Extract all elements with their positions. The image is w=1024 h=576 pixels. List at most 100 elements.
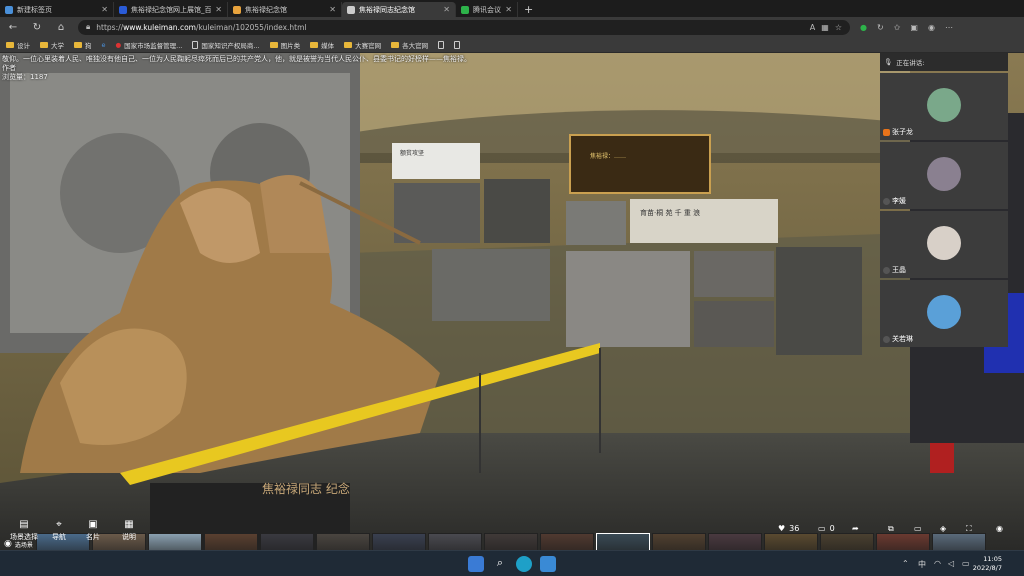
eye-icon: ◉: [996, 524, 1003, 533]
fullscreen-icon: ⛶: [966, 524, 972, 533]
bookmark-official[interactable]: 各大官网: [391, 40, 428, 50]
vr-icon: ▭: [914, 524, 922, 533]
tab-favicon-icon: [5, 5, 13, 14]
emblem-icon: ●: [115, 40, 122, 49]
exhibit-caption: 敬仰。一位心里装着人民、唯独没有他自己、一位为人民鞠躬尽瘁死而后已的共产党人，他…: [2, 55, 471, 81]
participant-tile[interactable]: 王晶: [880, 211, 1008, 278]
mic-muted-icon: [883, 197, 890, 205]
page-icon: [438, 40, 445, 49]
system-clock[interactable]: 11:05 2022/8/7: [973, 555, 1002, 573]
gyroscope-button[interactable]: ⧉: [888, 524, 894, 534]
ie-icon: e: [101, 40, 106, 49]
tab-close-icon[interactable]: ✕: [101, 5, 108, 14]
lock-icon[interactable]: 🔒︎: [86, 22, 90, 32]
bookmark-page-1[interactable]: [438, 40, 445, 49]
comment-button[interactable]: ▭ 0: [818, 524, 835, 533]
bookmark-design[interactable]: 设计: [6, 40, 30, 50]
avatar: [927, 88, 961, 122]
description-button[interactable]: ▦ 说明: [122, 519, 136, 542]
wifi-icon[interactable]: ◠: [934, 559, 941, 568]
browser-toolbar: ← ↻ ⌂ 🔒︎ https://www.kuleiman.com/kuleim…: [0, 17, 1024, 37]
refresh-extension-icon[interactable]: ↻: [877, 23, 884, 32]
map-pin-icon: ⌖: [56, 519, 62, 530]
home-icon[interactable]: ⌂: [54, 22, 68, 33]
browser-tab-bar: 新建标签页✕ 焦裕禄纪念馆网上展馆_百度搜索✕ 焦裕禄纪念馆✕ 焦裕禄同志纪念馆…: [0, 0, 1024, 17]
tab-close-icon[interactable]: ✕: [329, 5, 336, 14]
bookmark-ie-icon[interactable]: e: [102, 41, 106, 49]
page-icon: [192, 40, 199, 49]
back-icon[interactable]: ←: [6, 22, 20, 33]
tab-close-icon[interactable]: ✕: [443, 5, 450, 14]
heart-icon: ♥: [778, 524, 786, 533]
profile-avatar-icon[interactable]: ◉: [928, 23, 935, 32]
folder-icon: [269, 41, 278, 48]
share-button[interactable]: ➦: [852, 524, 859, 533]
collections-icon[interactable]: ▣: [910, 23, 918, 32]
windows-taskbar: ⌕ ⌃ 中 ◠ ◁ ▭ 11:05 2022/8/7: [0, 550, 1024, 576]
tour-toolbar: ▤ 场景选择 ⌖ 导航 ▣ 名片 ▦ 说明 ♥ 36 ▭ 0 ➦ ⧉ ▭ ◈ ⛶ ◉: [0, 517, 1024, 547]
volume-icon[interactable]: ◁: [948, 559, 954, 568]
new-tab-button[interactable]: +: [518, 2, 539, 17]
scene-select-button[interactable]: ▤ 场景选择: [10, 519, 38, 542]
avatar: [927, 295, 961, 329]
like-button[interactable]: ♥ 36: [778, 524, 799, 533]
quote-text: 焦裕禄：……: [590, 152, 626, 160]
tab-close-icon[interactable]: ✕: [215, 5, 222, 14]
tab-meeting-icon: [461, 5, 469, 14]
card-button[interactable]: ▣ 名片: [86, 519, 100, 542]
url-text: https://www.kuleiman.com/kuleiman/102055…: [96, 22, 307, 32]
tab-close-icon[interactable]: ✕: [505, 5, 512, 14]
mic-icon: 🎙︎: [884, 58, 893, 66]
meeting-app-icon[interactable]: [540, 556, 556, 572]
participant-tile[interactable]: 李媛: [880, 142, 1008, 209]
app-icon[interactable]: ▦: [821, 23, 829, 32]
folder-icon: [40, 41, 48, 48]
mic-muted-icon: [883, 335, 890, 343]
tab-memorial[interactable]: 焦裕禄纪念馆 ✕: [228, 2, 342, 17]
view-button[interactable]: ◉: [996, 524, 1003, 533]
bookmark-images[interactable]: 图片类: [269, 40, 300, 50]
plaque-text: 焦裕禄同志 纪念: [262, 481, 350, 496]
avatar: [927, 157, 961, 191]
tab-memorial-active[interactable]: 焦裕禄同志纪念馆 ✕: [342, 2, 456, 17]
bookmark-page-2[interactable]: [454, 40, 461, 49]
edge-browser-icon[interactable]: [516, 556, 532, 572]
favorites-icon[interactable]: ✩: [894, 23, 901, 32]
mic-active-icon: [883, 128, 890, 136]
bookmark-media[interactable]: 媒体: [310, 40, 334, 50]
vr-button[interactable]: ▭: [914, 524, 922, 533]
navigation-button[interactable]: ⌖ 导航: [52, 519, 66, 542]
folder-icon: [344, 41, 353, 48]
tab-tencent-meeting[interactable]: 腾讯会议 ✕: [456, 2, 518, 17]
extension-icon[interactable]: ●: [860, 23, 867, 32]
speaking-indicator: 🎙︎ 正在讲话:: [880, 53, 1008, 71]
card-icon: ▣: [88, 519, 98, 530]
bookmarks-bar: 设计 大学 狗 e ● 国家市场监督管理... 国家知识产权局商... 图片类 媒…: [0, 37, 1024, 53]
panorama-viewer[interactable]: 额贫攻坚 焦裕禄：…… 育苗·桐 苑 千 重 浪 焦裕禄同志 纪念 敬仰。一位心…: [0, 53, 1024, 550]
favorite-star-icon[interactable]: ☆: [835, 23, 842, 32]
tab-baidu-search[interactable]: 焦裕禄纪念馆网上展馆_百度搜索✕: [114, 2, 228, 17]
tab-page-icon: [347, 5, 355, 14]
start-windows-icon[interactable]: [468, 556, 484, 572]
info-icon: ▦: [124, 519, 134, 530]
tab-favicon-icon: [233, 5, 241, 14]
mic-muted-icon: [883, 266, 890, 274]
participant-tile[interactable]: 关若琳: [880, 280, 1008, 347]
address-bar[interactable]: 🔒︎ https://www.kuleiman.com/kuleiman/102…: [78, 19, 850, 35]
more-menu-icon[interactable]: ⋯: [945, 23, 953, 32]
tab-new-tab[interactable]: 新建标签页 ✕: [0, 2, 114, 17]
ime-icon[interactable]: 中: [918, 559, 926, 570]
participant-tile[interactable]: 张子龙: [880, 73, 1008, 140]
bookmark-cnipa[interactable]: 国家知识产权局商...: [192, 40, 260, 50]
refresh-icon[interactable]: ↻: [30, 22, 44, 33]
bookmark-university[interactable]: 大学: [40, 40, 64, 50]
read-aloud-icon[interactable]: A: [810, 23, 815, 32]
fullscreen-button[interactable]: ⛶: [966, 524, 972, 534]
chevron-up-icon[interactable]: ⌃: [902, 559, 909, 568]
bookmark-dog[interactable]: 狗: [74, 40, 92, 50]
auto-rotate-button[interactable]: ◈: [940, 524, 946, 533]
search-icon[interactable]: ⌕: [492, 556, 508, 572]
bookmark-contest[interactable]: 大赛官网: [344, 40, 381, 50]
bookmark-samr[interactable]: ● 国家市场监督管理...: [116, 40, 183, 50]
battery-icon[interactable]: ▭: [962, 559, 970, 568]
